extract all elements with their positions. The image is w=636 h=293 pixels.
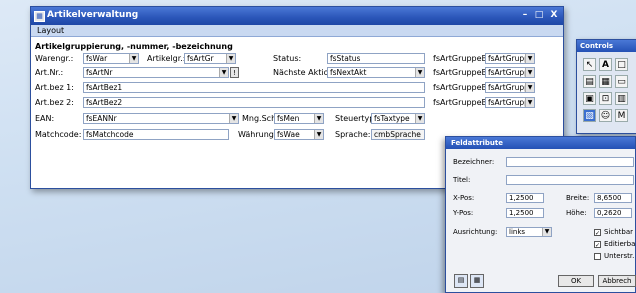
unterstr-label: Unterstr. xyxy=(604,252,635,260)
breite-field[interactable]: 8,6500 xyxy=(594,193,632,203)
waehrung-combo[interactable]: fsWae ▼ xyxy=(274,129,324,140)
artgruppe-combo-1[interactable]: fsArtGruppe ▼ xyxy=(485,53,535,64)
chevron-down-icon: ▼ xyxy=(229,114,238,123)
chevron-down-icon: ▼ xyxy=(314,114,323,123)
ausrichtung-combo[interactable]: links ▼ xyxy=(506,227,552,237)
pointer-tool-icon[interactable]: ↖ xyxy=(583,58,596,71)
ausrichtung-label: Ausrichtung: xyxy=(453,228,498,236)
window-title: Artikelverwaltung xyxy=(47,10,139,20)
ean-combo[interactable]: fsEANNr ▼ xyxy=(83,113,239,124)
artgruppe-combo-3[interactable]: fsArtGruppe ▼ xyxy=(485,82,535,93)
artnr-combo[interactable]: fsArtNr ▼ xyxy=(83,67,229,78)
xpos-label: X-Pos: xyxy=(453,194,475,202)
chevron-down-icon: ▼ xyxy=(219,68,228,77)
controls-palette: Controls ↖ A □ ▤ ▦ ▭ ▣ ⊡ ▥ ▧ ☺ M xyxy=(576,39,636,134)
artnr-lookup-button[interactable]: ! xyxy=(230,67,239,78)
chevron-down-icon: ▼ xyxy=(129,54,138,63)
artbez1-field[interactable]: fsArtBez1 xyxy=(83,82,425,93)
unterstr-checkbox[interactable] xyxy=(594,253,601,260)
artgruppe-label-2: fsArtGruppeBe xyxy=(433,68,492,77)
chevron-down-icon: ▼ xyxy=(525,68,534,77)
artbez2-field[interactable]: fsArtBez2 xyxy=(83,97,425,108)
minimize-button[interactable]: – xyxy=(519,10,531,21)
menu-bar: Layout xyxy=(31,25,563,37)
matchcode-label: Matchcode: xyxy=(35,130,82,139)
artbez1-label: Art.bez 1: xyxy=(35,83,74,92)
artnr-label: Art.Nr.: xyxy=(35,68,64,77)
chevron-down-icon: ▼ xyxy=(226,54,235,63)
warengr-combo[interactable]: fsWar ▼ xyxy=(83,53,139,64)
sichtbar-label: Sichtbar xyxy=(604,228,634,236)
chevron-down-icon: ▼ xyxy=(415,114,424,123)
dialog-title: Feldattribute xyxy=(446,137,635,149)
combo-tool-icon[interactable]: ▥ xyxy=(615,92,628,105)
ole-tool-icon[interactable]: ☺ xyxy=(599,109,612,122)
radio-tool-icon[interactable]: ▣ xyxy=(583,92,596,105)
mngschl-combo[interactable]: fsMen ▼ xyxy=(274,113,324,124)
artgruppe-label-3: fsArtGruppeBe xyxy=(433,83,492,92)
chevron-down-icon: ▼ xyxy=(525,54,534,63)
sichtbar-checkbox[interactable]: ✓ xyxy=(594,229,601,237)
status-label: Status: xyxy=(273,54,302,63)
editierbar-checkbox[interactable]: ✓ xyxy=(594,241,601,249)
titel-label: Titel: xyxy=(453,176,471,184)
palette-title: Controls xyxy=(577,40,636,52)
steuertyp-combo[interactable]: fsTaxtype ▼ xyxy=(371,113,425,124)
editierbar-label: Editierbar xyxy=(604,240,636,248)
chevron-down-icon: ▼ xyxy=(542,228,551,236)
matchcode-field[interactable]: fsMatchcode xyxy=(83,129,229,140)
ean-label: EAN: xyxy=(35,114,55,123)
textbox-tool-icon[interactable]: □ xyxy=(615,58,628,71)
title-bar[interactable]: ▦ Artikelverwaltung – □ X xyxy=(31,7,563,25)
warengr-label: Warengr.: xyxy=(35,54,74,63)
chevron-down-icon: ▼ xyxy=(525,98,534,107)
artgruppe-label-4: fsArtGruppeBe xyxy=(433,98,492,107)
artgruppe-label-1: fsArtGruppeBe xyxy=(433,54,492,63)
naechste-aktion-combo[interactable]: fsNextAkt ▼ xyxy=(327,67,425,78)
more-tool-icon[interactable]: M xyxy=(615,109,628,122)
list-tool-icon[interactable]: ▦ xyxy=(599,75,612,88)
checkbox-tool-icon[interactable]: ⊡ xyxy=(599,92,612,105)
abbrechen-button[interactable]: Abbrech xyxy=(598,275,636,287)
artgruppe-combo-2[interactable]: fsArtGruppe ▼ xyxy=(485,67,535,78)
waehrung-label: Währung: xyxy=(238,130,277,139)
sprache-label: Sprache: xyxy=(335,130,371,139)
xpos-field[interactable]: 1,2500 xyxy=(506,193,544,203)
bezeichner-label: Bezeichner: xyxy=(453,158,495,166)
image-tool-icon[interactable]: ▧ xyxy=(583,109,596,122)
font-tool-icon[interactable]: ▤ xyxy=(454,274,468,288)
label-tool-icon[interactable]: A xyxy=(599,58,612,71)
group-tool-icon[interactable]: ▤ xyxy=(583,75,596,88)
button-tool-icon[interactable]: ▭ xyxy=(615,75,628,88)
hoehe-label: Höhe: xyxy=(566,209,587,217)
status-field[interactable]: fsStatus xyxy=(327,53,425,64)
close-button[interactable]: X xyxy=(548,10,560,21)
field-attributes-dialog: Feldattribute Bezeichner: Titel: X-Pos: … xyxy=(445,136,636,293)
ypos-label: Y-Pos: xyxy=(453,209,474,217)
chevron-down-icon: ▼ xyxy=(525,83,534,92)
artbez2-label: Art.bez 2: xyxy=(35,98,74,107)
bezeichner-field[interactable] xyxy=(506,157,634,167)
artikelgr-label: Artikelgr.: xyxy=(147,54,186,63)
group-title: Artikelgruppierung, -nummer, -bezeichnun… xyxy=(35,42,233,51)
artgruppe-combo-4[interactable]: fsArtGruppe ▼ xyxy=(485,97,535,108)
breite-label: Breite: xyxy=(566,194,590,202)
color-tool-icon[interactable]: ▦ xyxy=(470,274,484,288)
app-icon: ▦ xyxy=(34,11,45,22)
menu-layout[interactable]: Layout xyxy=(37,26,64,35)
titel-field[interactable] xyxy=(506,175,634,185)
chevron-down-icon: ▼ xyxy=(415,68,424,77)
hoehe-field[interactable]: 0,2620 xyxy=(594,208,632,218)
maximize-button[interactable]: □ xyxy=(533,10,545,21)
ok-button[interactable]: OK xyxy=(558,275,594,287)
artikelgr-combo[interactable]: fsArtGr ▼ xyxy=(184,53,236,64)
sprache-field[interactable]: cmbSprache xyxy=(371,129,425,140)
ypos-field[interactable]: 1,2500 xyxy=(506,208,544,218)
chevron-down-icon: ▼ xyxy=(314,130,323,139)
